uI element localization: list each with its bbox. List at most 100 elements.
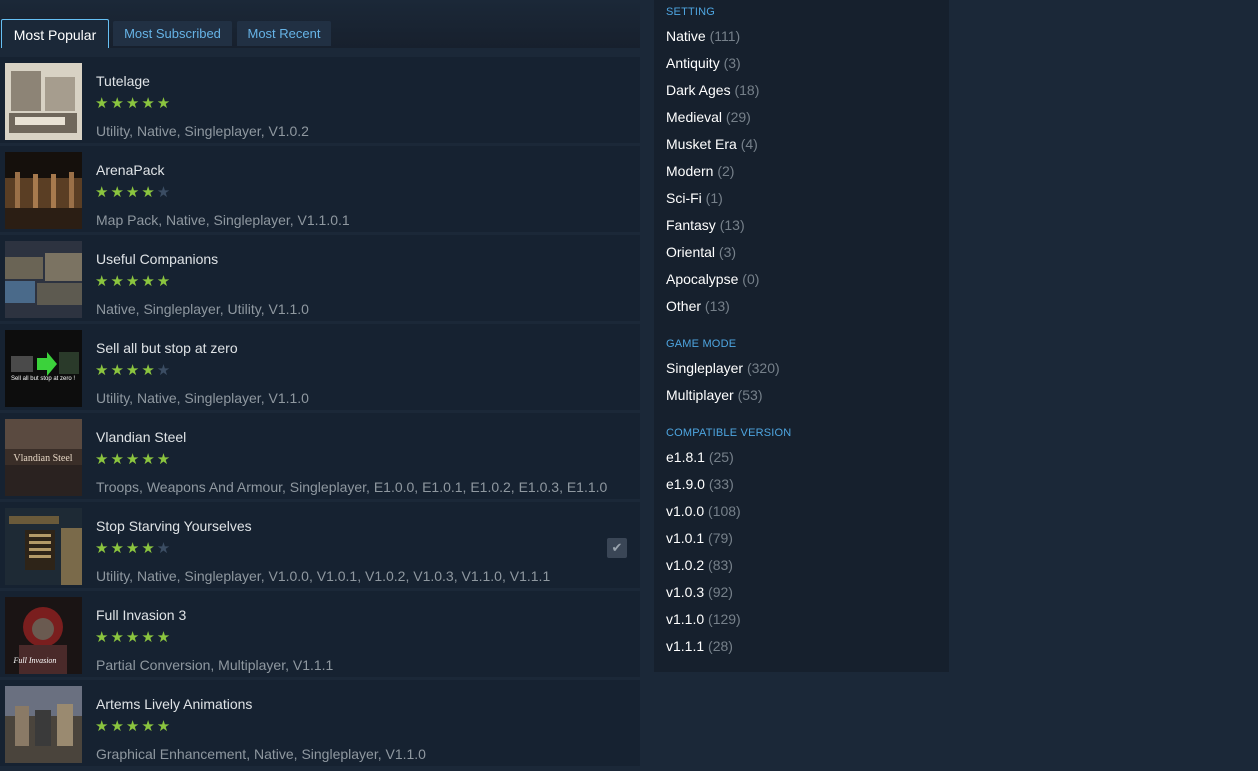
filter-count: (33) [708,476,734,492]
filter-version-v1-1-0[interactable]: v1.1.0 (129) [666,611,741,627]
filter-label: Oriental [666,244,716,260]
subscribed-check-icon[interactable]: ✔ [607,538,627,558]
setting-heading: SETTING [666,6,716,18]
filter-label: e1.9.0 [666,476,705,492]
item-thumbnail[interactable]: Sell all but stop at zero ! [5,330,82,407]
filter-version-v1-0-3[interactable]: v1.0.3 (92) [666,584,733,600]
filter-setting-fantasy[interactable]: Fantasy (13) [666,217,745,233]
filter-version-e1-8-1[interactable]: e1.8.1 (25) [666,449,734,465]
filter-count: (108) [708,503,741,519]
item-tags: Graphical Enhancement, Native, Singlepla… [96,746,426,762]
sort-tabs: Most Popular Most Subscribed Most Recent [0,0,640,48]
item-title[interactable]: Stop Starving Yourselves [96,518,252,534]
workshop-item[interactable]: Full Invasion Full Invasion 3 ★★★★★ Part… [0,591,640,677]
filter-count: (18) [734,82,760,98]
filter-label: Sci-Fi [666,190,702,206]
filter-label: v1.1.1 [666,638,705,654]
filter-label: v1.0.2 [666,557,705,573]
rating-stars: ★★★★★ [95,451,173,468]
filter-version-e1-9-0[interactable]: e1.9.0 (33) [666,476,734,492]
item-thumbnail[interactable] [5,63,82,140]
filter-count: (53) [737,387,763,403]
item-tags: Map Pack, Native, Singleplayer, V1.1.0.1 [96,212,350,228]
filter-label: v1.1.0 [666,611,705,627]
thumbnail-caption: Vlandian Steel [13,453,72,464]
filter-count: (83) [708,557,733,573]
item-tags: Troops, Weapons And Armour, Singleplayer… [96,479,608,495]
filter-label: Singleplayer [666,360,744,376]
rating-stars: ★★★★★ [95,273,173,290]
rating-stars: ★★★★★ [95,540,173,557]
item-thumbnail[interactable]: Full Invasion [5,597,82,674]
filter-mode-singleplayer[interactable]: Singleplayer (320) [666,360,780,376]
item-title[interactable]: Vlandian Steel [96,429,186,445]
filter-count: (3) [718,244,737,260]
item-title[interactable]: Tutelage [96,73,150,89]
workshop-item[interactable]: ArenaPack ★★★★★ Map Pack, Native, Single… [0,146,640,232]
filter-label: Modern [666,163,714,179]
item-tags: Utility, Native, Singleplayer, V1.0.2 [96,123,309,139]
item-tags: Native, Singleplayer, Utility, V1.1.0 [96,301,309,317]
filter-setting-dark-ages[interactable]: Dark Ages (18) [666,82,759,98]
filter-count: (29) [725,109,751,125]
workshop-item[interactable]: Stop Starving Yourselves ★★★★★ Utility, … [0,502,640,588]
workshop-item[interactable]: Sell all but stop at zero ! Sell all but… [0,324,640,410]
compatible-version-heading: COMPATIBLE VERSION [666,427,792,439]
filter-label: Fantasy [666,217,716,233]
filter-setting-modern[interactable]: Modern (2) [666,163,734,179]
item-thumbnail[interactable] [5,152,82,229]
filter-setting-native[interactable]: Native (111) [666,28,740,44]
filter-version-v1-0-1[interactable]: v1.0.1 (79) [666,530,733,546]
filter-label: Multiplayer [666,387,734,403]
item-tags: Partial Conversion, Multiplayer, V1.1.1 [96,657,334,673]
workshop-item[interactable]: Tutelage ★★★★★ Utility, Native, Singlepl… [0,57,640,143]
filter-setting-antiquity[interactable]: Antiquity (3) [666,55,741,71]
item-title[interactable]: Artems Lively Animations [96,696,252,712]
workshop-item[interactable]: Useful Companions ★★★★★ Native, Singlepl… [0,235,640,321]
item-title[interactable]: ArenaPack [96,162,164,178]
filter-version-v1-0-2[interactable]: v1.0.2 (83) [666,557,733,573]
filter-setting-musket-era[interactable]: Musket Era (4) [666,136,758,152]
filter-count: (28) [708,638,733,654]
filter-label: v1.0.0 [666,503,705,519]
item-thumbnail[interactable]: Vlandian Steel [5,419,82,496]
filter-count: (111) [709,28,741,44]
filter-setting-apocalypse[interactable]: Apocalypse (0) [666,271,759,287]
filter-count: (4) [740,136,758,152]
filter-label: v1.0.1 [666,530,705,546]
filter-count: (92) [708,584,733,600]
item-thumbnail[interactable] [5,241,82,318]
item-thumbnail[interactable] [5,508,82,585]
workshop-item[interactable]: Vlandian Steel Vlandian Steel ★★★★★ Troo… [0,413,640,499]
filter-label: Medieval [666,109,723,125]
filter-count: (320) [746,360,780,376]
rating-stars: ★★★★★ [95,184,173,201]
filter-label: e1.8.1 [666,449,705,465]
filter-setting-medieval[interactable]: Medieval (29) [666,109,751,125]
filter-count: (79) [708,530,733,546]
item-thumbnail[interactable] [5,686,82,763]
filter-mode-multiplayer[interactable]: Multiplayer (53) [666,387,763,403]
workshop-item[interactable]: Artems Lively Animations ★★★★★ Graphical… [0,680,640,766]
filter-version-v1-1-1[interactable]: v1.1.1 (28) [666,638,733,654]
thumbnail-caption: Sell all but stop at zero ! [11,376,75,382]
item-tags: Utility, Native, Singleplayer, V1.0.0, V… [96,568,551,584]
filter-setting-other[interactable]: Other (13) [666,298,730,314]
game-mode-heading: GAME MODE [666,338,737,350]
item-title[interactable]: Useful Companions [96,251,218,267]
tab-most-subscribed[interactable]: Most Subscribed [113,21,232,46]
item-title[interactable]: Full Invasion 3 [96,607,186,623]
rating-stars: ★★★★★ [95,95,173,112]
tab-most-popular[interactable]: Most Popular [1,19,109,48]
filter-version-v1-0-0[interactable]: v1.0.0 (108) [666,503,741,519]
tab-most-recent[interactable]: Most Recent [237,21,331,46]
item-title[interactable]: Sell all but stop at zero [96,340,238,356]
filter-label: Musket Era [666,136,737,152]
filter-setting-oriental[interactable]: Oriental (3) [666,244,736,260]
workshop-item-list: Tutelage ★★★★★ Utility, Native, Singlepl… [0,57,640,769]
filter-label: v1.0.3 [666,584,705,600]
filter-count: (0) [742,271,760,287]
filter-count: (2) [717,163,735,179]
filter-label: Dark Ages [666,82,731,98]
filter-setting-sci-fi[interactable]: Sci-Fi (1) [666,190,723,206]
